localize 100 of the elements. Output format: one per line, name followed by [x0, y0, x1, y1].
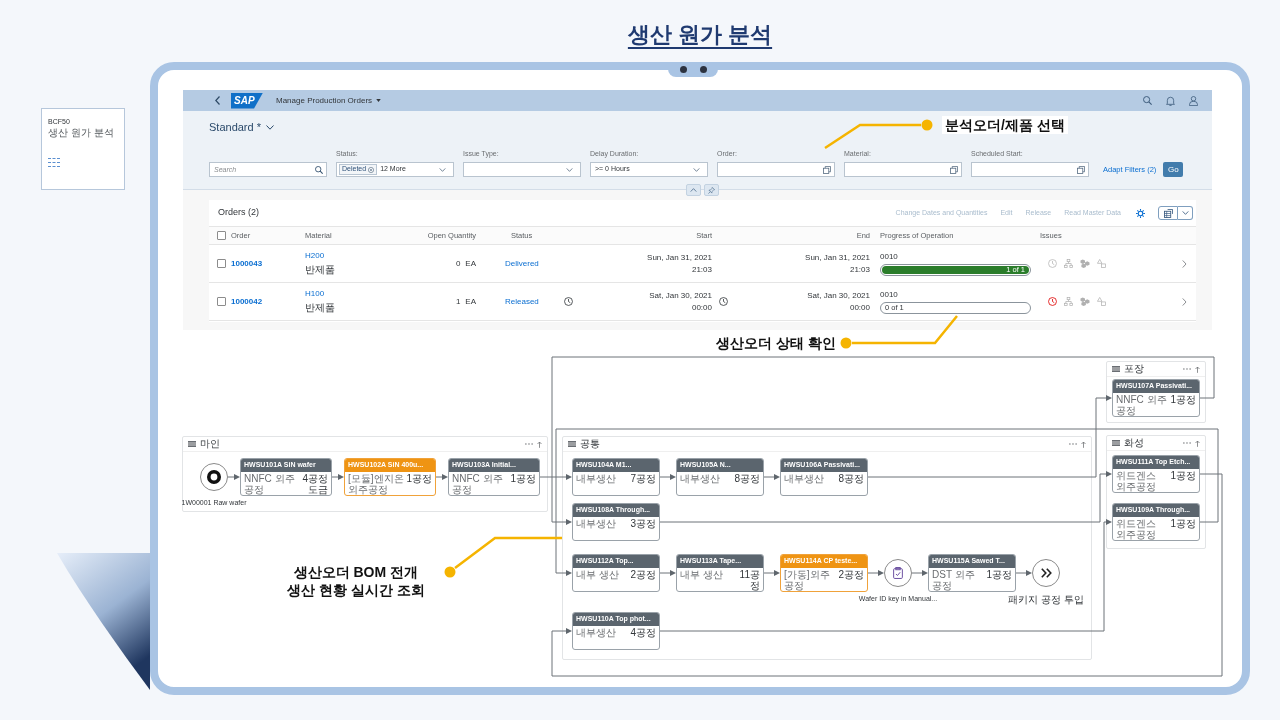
chevron-right-icon[interactable] — [1182, 259, 1187, 268]
checkbox[interactable] — [217, 231, 226, 240]
node-detail: [가동]외주 공정 — [784, 569, 831, 591]
chevron-down-icon — [566, 167, 573, 172]
value-help-icon[interactable] — [1077, 165, 1085, 174]
node-step: 8공정 — [734, 473, 760, 484]
dot-icon — [921, 119, 933, 131]
node-detail: 내부생산 — [576, 518, 616, 529]
collapse-button[interactable] — [686, 184, 701, 196]
node-step: 1공정 — [1170, 518, 1196, 529]
arrow-up-icon[interactable] — [1195, 439, 1200, 447]
arrow-up-icon[interactable] — [1081, 440, 1086, 448]
shapes-icon[interactable] — [1097, 259, 1106, 268]
time-text: 21:03 — [691, 264, 712, 275]
clock-icon[interactable] — [1048, 297, 1057, 306]
search-icon[interactable] — [315, 165, 323, 174]
search-icon[interactable] — [1143, 96, 1152, 105]
node-step: 1공정 — [1170, 394, 1196, 405]
hierarchy-icon[interactable] — [1064, 259, 1073, 268]
material-type: 반제품 — [305, 302, 335, 314]
clock-icon[interactable] — [1048, 259, 1057, 268]
spreadsheet-icon — [1163, 208, 1173, 218]
connector-arrow — [435, 474, 448, 480]
bell-icon[interactable] — [1166, 95, 1175, 106]
input-field[interactable] — [844, 162, 962, 177]
input-field[interactable] — [717, 162, 835, 177]
group-title: 포장 — [1124, 363, 1144, 375]
variant-selector[interactable]: Standard * — [209, 119, 274, 135]
pin-icon — [708, 186, 715, 194]
pin-button[interactable] — [704, 184, 719, 196]
node-step: 11공정 — [730, 569, 760, 591]
node-detail: NNFC 외주 공정 — [452, 473, 504, 495]
node-step: 1공정 — [1170, 470, 1196, 481]
camera-icon — [679, 66, 687, 73]
time-text: 00:00 — [849, 302, 870, 313]
quantity: 1 — [455, 295, 461, 308]
go-button[interactable]: Go — [1163, 162, 1184, 177]
node-step: 1공정 — [510, 473, 536, 484]
quantity: 0 — [455, 257, 461, 270]
dropdown-field[interactable] — [463, 162, 581, 177]
dot-icon — [444, 566, 456, 578]
connector-arrow — [331, 474, 344, 480]
ring-icon — [207, 470, 221, 484]
group-title: 공통 — [580, 438, 600, 450]
cubes-icon[interactable] — [1080, 259, 1090, 268]
time-text: 21:03 — [849, 264, 870, 275]
status-link[interactable]: Delivered — [505, 257, 539, 270]
node-detail: 내부생산 — [576, 473, 616, 484]
node-step: 8공정 — [838, 473, 864, 484]
cubes-icon[interactable] — [1080, 297, 1090, 306]
node-step: 4공정 도금 — [298, 473, 328, 495]
order-link[interactable]: 1000043 — [231, 257, 263, 270]
material-link[interactable]: H100 — [305, 289, 325, 299]
node-step: 2공정 — [838, 569, 864, 580]
person-icon[interactable] — [1189, 95, 1198, 106]
list-icon — [568, 441, 576, 447]
date-text: Sat, Jan 30, 2021 — [649, 290, 712, 301]
group-title: 화성 — [1124, 437, 1144, 449]
checkbox[interactable] — [217, 259, 226, 268]
unit: EA — [465, 257, 476, 270]
chevron-left-icon[interactable] — [215, 96, 220, 105]
node-detail: NNFC 외주 공정 — [244, 473, 296, 495]
logo: SAP — [231, 92, 263, 109]
list-icon — [1112, 440, 1120, 446]
value-help-icon[interactable] — [823, 165, 831, 174]
node-detail: 내부생산 — [576, 627, 616, 638]
node-detail: 내부생산 — [680, 473, 720, 484]
list-icon — [48, 158, 60, 167]
export-button[interactable] — [1158, 206, 1178, 220]
arrow-up-icon[interactable] — [537, 440, 542, 448]
node-detail: 위드겐스 외주공정 — [1116, 470, 1157, 492]
operation-number: 0010 — [880, 289, 898, 300]
settings-icon[interactable] — [1136, 208, 1145, 218]
app-title-menu[interactable]: Manage Production Orders — [276, 95, 382, 106]
node-step: 4공정 — [630, 627, 656, 638]
connector-arrow — [227, 474, 240, 480]
page-title: 생산 원가 분석 — [627, 21, 773, 49]
time-text: 00:00 — [691, 302, 712, 313]
chevron-down-icon — [693, 167, 700, 172]
material-link[interactable]: H200 — [305, 251, 325, 261]
order-link[interactable]: 1000042 — [231, 295, 263, 308]
input-field[interactable] — [971, 162, 1089, 177]
chevron-down-icon — [1181, 211, 1189, 215]
checkbox[interactable] — [217, 297, 226, 306]
double-chevron-icon — [1040, 568, 1052, 578]
material-type: 반제품 — [305, 264, 335, 276]
chevron-right-icon[interactable] — [1182, 297, 1187, 306]
list-icon — [1112, 366, 1120, 372]
node-detail: [모듈]엔지온 외주공정 — [348, 473, 405, 495]
arrow-up-icon[interactable] — [1195, 365, 1200, 373]
status-link[interactable]: Released — [505, 295, 539, 308]
date-text: Sat, Jan 30, 2021 — [807, 290, 870, 301]
chevron-down-icon — [266, 124, 274, 130]
clear-icon[interactable] — [368, 166, 375, 173]
annotation-label: 분석오더/제품 선택 — [942, 116, 1068, 134]
clipboard-icon — [893, 567, 903, 579]
export-menu-button[interactable] — [1178, 206, 1193, 220]
shapes-icon[interactable] — [1097, 297, 1106, 306]
value-help-icon[interactable] — [950, 165, 958, 174]
hierarchy-icon[interactable] — [1064, 297, 1073, 306]
